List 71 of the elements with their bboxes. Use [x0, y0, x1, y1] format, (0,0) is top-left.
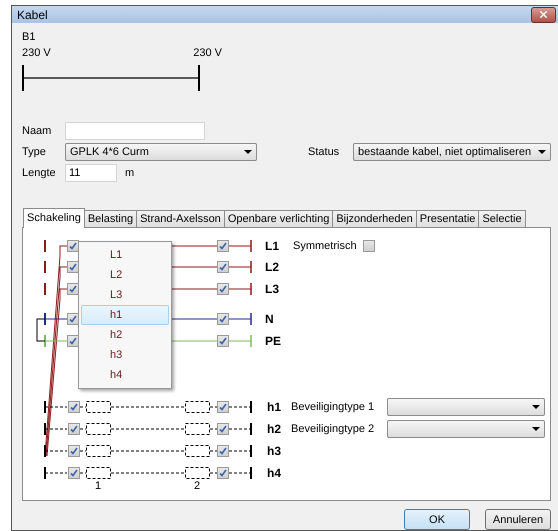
dialog-button[interactable]: Annuleren	[485, 509, 551, 530]
menu-item[interactable]: L1	[81, 245, 169, 265]
caret-icon	[538, 150, 546, 154]
tab[interactable]: Openbare verlichting	[224, 210, 334, 227]
close-button[interactable]	[531, 6, 556, 22]
circuit-label: h3	[267, 444, 282, 458]
checkbox[interactable]	[363, 240, 375, 252]
caret-icon	[532, 427, 540, 431]
checkbox[interactable]	[68, 467, 80, 479]
menu-item[interactable]: h2	[81, 325, 169, 345]
circuit-label: h2	[267, 422, 282, 436]
circuit-label: h1	[267, 400, 282, 414]
menu-item[interactable]: h1	[81, 305, 169, 325]
protection-label: Beveiligingtype 2	[291, 423, 374, 435]
checkbox[interactable]	[67, 283, 79, 295]
close-icon	[538, 9, 549, 20]
field-label: Lengte	[22, 166, 57, 180]
tab[interactable]: Bijzonderheden	[332, 210, 417, 227]
tab[interactable]: Strand-Axelsson	[136, 210, 225, 227]
bridge-wire	[36, 318, 46, 342]
checkbox[interactable]	[217, 283, 229, 295]
menu-item[interactable]: h3	[81, 345, 169, 365]
checkbox[interactable]	[217, 423, 229, 435]
unit-label: m	[125, 166, 134, 180]
node-label: B1	[22, 30, 36, 44]
window-title: Kabel	[17, 8, 48, 22]
symmetric-label: Symmetrisch	[293, 240, 357, 252]
menu-item[interactable]: h4	[81, 365, 169, 385]
checkbox[interactable]	[217, 240, 229, 252]
protection-select[interactable]	[387, 398, 545, 416]
conductor-label: L1	[265, 239, 280, 253]
menu-item[interactable]: L3	[81, 285, 169, 305]
length-field[interactable]: 11	[65, 164, 117, 182]
menu-item[interactable]: L2	[81, 265, 169, 285]
checkbox[interactable]	[217, 445, 229, 457]
dialog-button[interactable]: OK	[404, 509, 470, 530]
field-label: Type	[22, 145, 47, 159]
checkbox[interactable]	[217, 335, 229, 347]
checkbox[interactable]	[217, 467, 229, 479]
position-number: 1	[95, 480, 102, 492]
protection-label: Beveiligingtype 1	[291, 401, 374, 413]
tab[interactable]: Selectie	[478, 210, 526, 227]
tab[interactable]: Belasting	[84, 210, 138, 227]
checkbox[interactable]	[68, 445, 80, 457]
checkbox[interactable]	[67, 313, 79, 325]
field-label: Naam	[22, 124, 52, 138]
caret-icon	[244, 150, 252, 154]
field-label: Status	[308, 145, 340, 159]
voltage-label: 230 V	[193, 46, 222, 60]
conductor-label: L3	[265, 282, 280, 296]
conductor-label: N	[265, 312, 274, 326]
checkbox[interactable]	[68, 423, 80, 435]
checkbox[interactable]	[67, 335, 79, 347]
tab[interactable]: Schakeling	[23, 208, 85, 228]
checkbox[interactable]	[217, 401, 229, 413]
checkbox[interactable]	[67, 261, 79, 273]
checkbox[interactable]	[217, 313, 229, 325]
checkbox[interactable]	[67, 240, 79, 252]
protection-select[interactable]	[387, 420, 545, 438]
conductor-label: PE	[265, 334, 282, 348]
naam-field[interactable]	[65, 122, 205, 140]
type-select[interactable]: GPLK 4*6 Curm	[65, 143, 257, 161]
circuit-label: h4	[267, 466, 282, 480]
status-select[interactable]: bestaande kabel, niet optimaliseren	[353, 143, 551, 161]
conductor-label: L2	[265, 260, 280, 274]
checkbox[interactable]	[217, 261, 229, 273]
position-number: 2	[194, 480, 200, 492]
voltage-label: 230 V	[22, 46, 51, 60]
tab[interactable]: Presentatie	[416, 210, 480, 227]
checkbox[interactable]	[68, 401, 80, 413]
caret-icon	[532, 405, 540, 409]
